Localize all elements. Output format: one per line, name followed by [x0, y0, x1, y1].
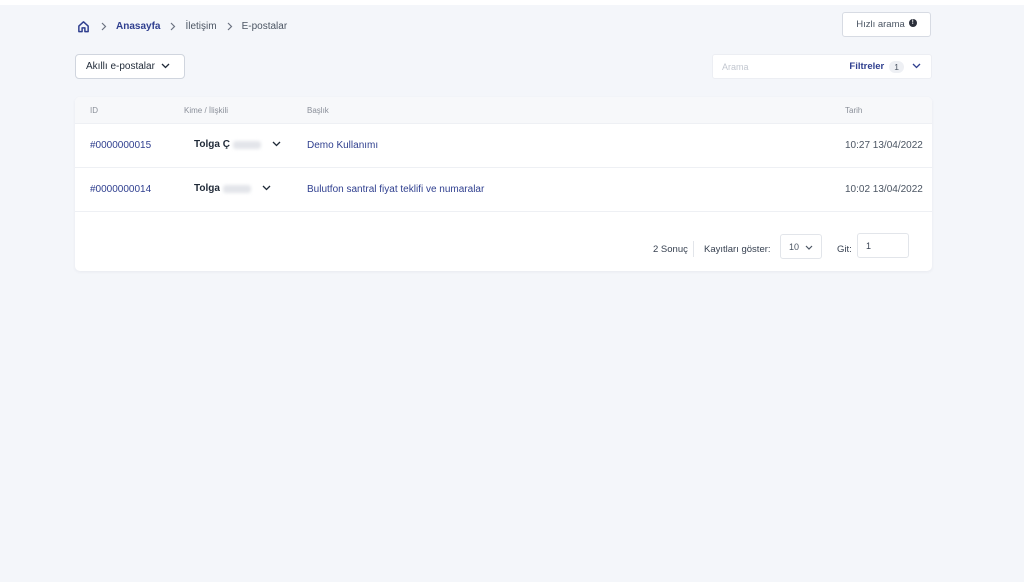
emails-table-card: ID Kime / İlişkili Başlık Tarih #0000000…: [75, 97, 932, 271]
go-to-page-label: Git:: [837, 244, 852, 255]
table-header: ID Kime / İlişkili Başlık Tarih: [75, 97, 932, 124]
home-icon[interactable]: [75, 18, 91, 34]
column-header-title[interactable]: Başlık: [307, 106, 329, 115]
breadcrumb: Anasayfa İletişim E-postalar: [75, 17, 287, 35]
filters-label: Filtreler: [849, 61, 885, 72]
filters-button[interactable]: Filtreler 1: [849, 60, 931, 73]
quick-search-label: Hızlı arama: [856, 19, 905, 30]
smart-emails-dropdown[interactable]: Akıllı e-postalar: [75, 54, 185, 79]
top-bar: [0, 0, 1024, 5]
chevron-down-icon: [161, 61, 170, 72]
chevron-right-icon: [170, 22, 176, 31]
column-header-contact[interactable]: Kime / İlişkili: [184, 106, 228, 115]
chevron-down-icon: [262, 183, 271, 194]
breadcrumb-home-link[interactable]: Anasayfa: [116, 21, 160, 32]
breadcrumb-contact-link[interactable]: İletişim: [185, 21, 216, 32]
contact-dropdown[interactable]: Tolga: [194, 183, 271, 194]
chevron-down-icon: [805, 242, 813, 252]
email-title-link[interactable]: Demo Kullanımı: [307, 140, 378, 151]
contact-name: Tolga: [194, 183, 220, 194]
page-size-select[interactable]: 10: [780, 234, 822, 259]
chevron-right-icon: [227, 22, 233, 31]
redacted-text: [222, 184, 251, 193]
contact-name: Tolga Ç: [194, 139, 230, 150]
redacted-text: [232, 140, 261, 149]
email-title-link[interactable]: Bulutfon santral fiyat teklifi ve numara…: [307, 184, 484, 195]
go-to-page-input[interactable]: [857, 233, 909, 258]
filters-count-badge: 1: [889, 60, 904, 73]
email-date: 10:27 13/04/2022: [845, 140, 923, 151]
page-size-label: Kayıtları göster:: [704, 244, 771, 255]
table-row[interactable]: #0000000014 Tolga Bulutfon santral fiyat…: [75, 168, 932, 212]
quick-search-button[interactable]: Hızlı arama !: [842, 12, 931, 37]
smart-emails-label: Akıllı e-postalar: [86, 61, 155, 72]
email-id-link[interactable]: #0000000015: [90, 140, 151, 151]
email-id-link[interactable]: #0000000014: [90, 184, 151, 195]
search-input[interactable]: [713, 56, 833, 77]
info-icon: !: [908, 18, 917, 27]
column-header-id[interactable]: ID: [90, 106, 98, 115]
email-date: 10:02 13/04/2022: [845, 184, 923, 195]
pagination-bar: 2 Sonuç Kayıtları göster: 10 Git:: [75, 229, 932, 271]
table-row[interactable]: #0000000015 Tolga Ç Demo Kullanımı 10:27…: [75, 124, 932, 168]
divider: [693, 241, 694, 257]
column-header-date[interactable]: Tarih: [845, 106, 862, 115]
result-count: 2 Sonuç: [653, 244, 688, 255]
chevron-right-icon: [101, 22, 107, 31]
contact-dropdown[interactable]: Tolga Ç: [194, 139, 281, 150]
page-size-value: 10: [789, 241, 800, 252]
search-filter-bar: Filtreler 1: [712, 54, 932, 79]
breadcrumb-current: E-postalar: [241, 20, 288, 32]
chevron-down-icon: [272, 139, 281, 150]
chevron-down-icon: [912, 61, 921, 72]
